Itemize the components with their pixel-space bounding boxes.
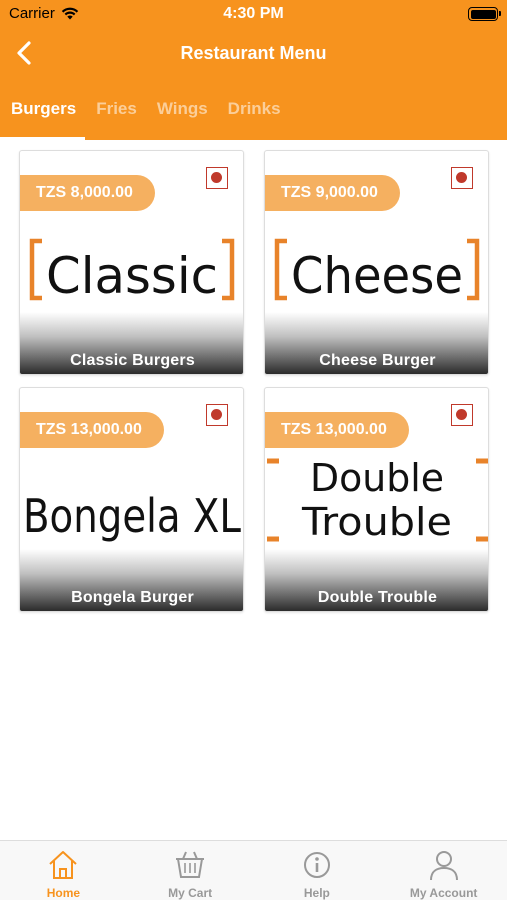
category-tabs: Burgers Fries Wings Drinks	[0, 93, 507, 140]
bottom-nav-label: Help	[303, 886, 330, 900]
bottom-nav-label: My Cart	[168, 886, 213, 900]
menu-item-card[interactable]: TZS 13,000.00 Double Trouble Double Trou…	[264, 387, 489, 612]
menu-item-card[interactable]: TZS 13,000.00 Bongela XL Bongela Burger	[19, 387, 244, 612]
double-trouble-logo: Double Trouble	[267, 456, 488, 544]
status-bar: Carrier 4:30 PM	[0, 0, 507, 28]
help-icon	[303, 852, 330, 878]
logo-text: Cheese	[291, 247, 463, 305]
bongela-logo: Bongela XL	[23, 489, 241, 543]
bottom-nav-cart[interactable]: My Cart	[127, 841, 254, 900]
classic-logo: Classic	[29, 238, 235, 305]
veg-indicator-icon	[206, 167, 228, 189]
bottom-nav-label: Home	[46, 886, 81, 900]
veg-indicator-icon	[451, 167, 473, 189]
item-name: Double Trouble	[317, 589, 438, 606]
price-tag: TZS 13,000.00	[20, 412, 164, 448]
bottom-nav-account[interactable]: My Account	[380, 841, 507, 900]
bottom-tab-bar: Home My Cart Help My Account	[0, 840, 507, 900]
account-icon	[429, 851, 458, 881]
cart-icon	[176, 851, 205, 878]
price-tag: TZS 9,000.00	[265, 175, 400, 211]
veg-indicator-icon	[206, 404, 228, 426]
logo-text-line-1: Double	[310, 456, 444, 500]
bottom-nav-help[interactable]: Help	[254, 841, 381, 900]
tab-wings[interactable]: Wings	[146, 93, 217, 140]
veg-indicator-icon	[451, 404, 473, 426]
item-name: Cheese Burger	[319, 352, 436, 369]
cheese-logo: Cheese	[274, 238, 480, 305]
navigation-bar: Restaurant Menu	[0, 30, 507, 76]
price-tag: TZS 13,000.00	[265, 412, 409, 448]
logo-text: Classic	[46, 247, 218, 305]
item-name: Bongela Burger	[71, 589, 194, 606]
bottom-nav-label: My Account	[409, 886, 478, 900]
tab-burgers[interactable]: Burgers	[0, 93, 86, 140]
tab-fries[interactable]: Fries	[85, 93, 146, 140]
menu-item-card[interactable]: TZS 9,000.00 Cheese Cheese Burger	[264, 150, 489, 375]
app-header: Carrier 4:30 PM Restaurant Menu Burgers …	[0, 0, 507, 140]
logo-text: Bongela XL	[23, 489, 241, 543]
item-name: Classic Burgers	[70, 352, 195, 369]
menu-item-card[interactable]: TZS 8,000.00 Classic Classic Burgers	[19, 150, 244, 375]
price-tag: TZS 8,000.00	[20, 175, 155, 211]
battery-icon	[468, 7, 501, 21]
logo-text-line-2: Trouble	[301, 500, 452, 544]
tab-drinks[interactable]: Drinks	[217, 93, 290, 140]
bottom-nav-home[interactable]: Home	[0, 841, 127, 900]
page-title: Restaurant Menu	[180, 43, 327, 63]
clock: 4:30 PM	[223, 5, 284, 22]
home-icon	[49, 851, 78, 879]
